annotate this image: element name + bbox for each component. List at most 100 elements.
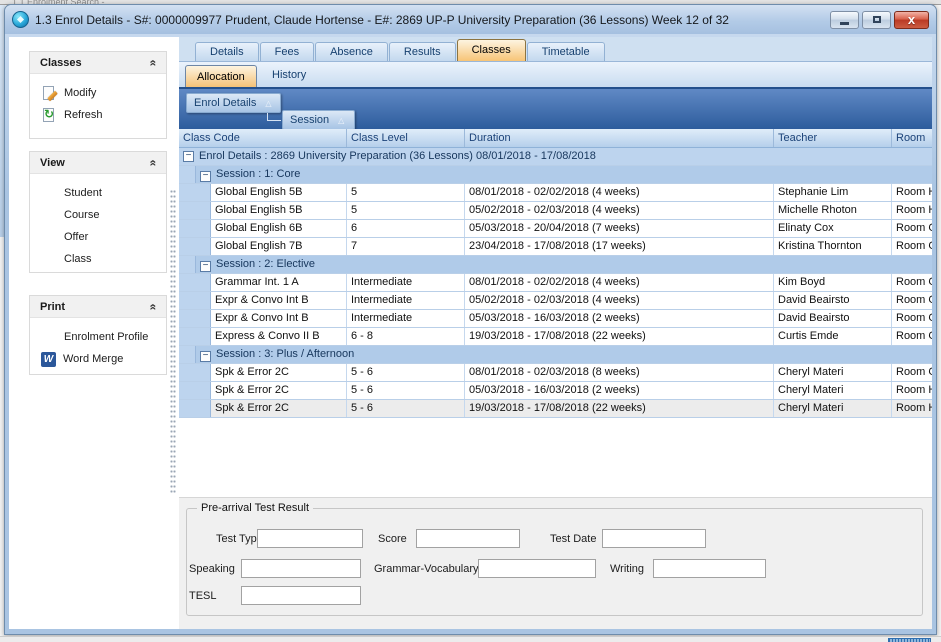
close-button[interactable]: x xyxy=(894,11,929,29)
score-label: Score xyxy=(378,533,407,545)
session-header-row[interactable]: −Session : 2: Elective xyxy=(179,256,932,274)
sidebar-item-refresh[interactable]: ↻ Refresh xyxy=(30,104,166,126)
collapse-chevron-icon[interactable]: « xyxy=(147,59,161,66)
cell-teacher: Kim Boyd xyxy=(774,274,892,291)
class-row[interactable]: Global English 7B723/04/2018 - 17/08/201… xyxy=(179,238,932,256)
collapse-chevron-icon[interactable]: « xyxy=(147,159,161,166)
group-row-enrol-details[interactable]: −Enrol Details : 2869 University Prepara… xyxy=(179,148,932,166)
sidebar-item-student[interactable]: Student xyxy=(30,182,166,204)
sidebar-item-modify[interactable]: Modify xyxy=(30,82,166,104)
panel-items: Modify ↻ Refresh xyxy=(30,74,166,126)
class-row[interactable]: Global English 6B605/03/2018 - 20/04/201… xyxy=(179,220,932,238)
row-indent xyxy=(179,202,211,219)
class-row[interactable]: Expr & Convo Int BIntermediate05/02/2018… xyxy=(179,292,932,310)
edit-icon xyxy=(41,85,57,101)
row-indent xyxy=(179,364,211,381)
class-row[interactable]: Global English 5B505/02/2018 - 02/03/201… xyxy=(179,202,932,220)
group-button-session[interactable]: Session △ xyxy=(282,110,355,130)
column-header-duration[interactable]: Duration xyxy=(465,129,774,147)
test-type-input[interactable] xyxy=(257,529,363,548)
sort-ascending-icon: △ xyxy=(338,116,344,125)
cell-room: Room H - xyxy=(892,202,932,219)
collapse-icon[interactable]: − xyxy=(200,261,211,272)
tab-classes[interactable]: Classes xyxy=(457,39,526,61)
subtab-allocation[interactable]: Allocation xyxy=(185,65,257,88)
test-date-input[interactable] xyxy=(602,529,706,548)
row-indent xyxy=(179,274,211,291)
writing-input[interactable] xyxy=(653,559,766,578)
column-header-room[interactable]: Room xyxy=(892,129,932,147)
cell-class-code: Global English 6B xyxy=(211,220,347,237)
session-header-row[interactable]: −Session : 1: Core xyxy=(179,166,932,184)
collapse-icon[interactable]: − xyxy=(200,351,211,362)
sidebar-item-enrolment-profile[interactable]: Enrolment Profile xyxy=(30,326,166,348)
collapse-icon[interactable]: − xyxy=(200,171,211,182)
group-by-panel: Enrol Details △ Session △ xyxy=(179,87,932,129)
panel-header-classes[interactable]: Classes « xyxy=(30,52,166,74)
class-row[interactable]: Expr & Convo Int BIntermediate05/03/2018… xyxy=(179,310,932,328)
session-header-row[interactable]: −Session : 3: Plus / Afternoon xyxy=(179,346,932,364)
cell-class-code: Express & Convo II B xyxy=(211,328,347,345)
pre-arrival-panel: Pre-arrival Test Result Test Type Score … xyxy=(179,497,932,629)
sub-tabs: Allocation History xyxy=(179,61,932,87)
score-input[interactable] xyxy=(416,529,520,548)
cell-class-code: Global English 5B xyxy=(211,202,347,219)
tesl-input[interactable] xyxy=(241,586,361,605)
tab-fees[interactable]: Fees xyxy=(260,42,314,61)
tab-timetable[interactable]: Timetable xyxy=(527,42,605,61)
speaking-input[interactable] xyxy=(241,559,361,578)
class-row[interactable]: Grammar Int. 1 AIntermediate08/01/2018 -… xyxy=(179,274,932,292)
group-button-enrol-details[interactable]: Enrol Details △ xyxy=(186,93,281,113)
window-title: 1.3 Enrol Details - S#: 0000009977 Prude… xyxy=(35,13,824,27)
cell-class-code: Expr & Convo Int B xyxy=(211,292,347,309)
cell-room: Room G - xyxy=(892,238,932,255)
sidebar-item-offer[interactable]: Offer xyxy=(30,226,166,248)
cell-duration: 05/02/2018 - 02/03/2018 (4 weeks) xyxy=(465,202,774,219)
restore-button[interactable] xyxy=(862,11,891,29)
cell-teacher: Cheryl Materi xyxy=(774,382,892,399)
tab-results[interactable]: Results xyxy=(389,42,456,61)
sidebar-panel-print: Print « Enrolment Profile W Word Merge xyxy=(29,295,167,375)
sidebar-item-label: Enrolment Profile xyxy=(64,331,148,343)
sidebar-item-class[interactable]: Class xyxy=(30,248,166,270)
cell-class-level: 5 xyxy=(347,202,465,219)
cell-room: Room G - xyxy=(892,220,932,237)
subtab-history[interactable]: History xyxy=(272,69,306,81)
cell-class-code: Grammar Int. 1 A xyxy=(211,274,347,291)
title-bar[interactable]: 1.3 Enrol Details - S#: 0000009977 Prude… xyxy=(5,5,936,34)
session-header-body: −Session : 2: Elective xyxy=(195,256,932,273)
panel-header-print[interactable]: Print « xyxy=(30,296,166,318)
tab-details[interactable]: Details xyxy=(195,42,259,61)
column-header-class-level[interactable]: Class Level xyxy=(347,129,465,147)
cell-class-level: 5 - 6 xyxy=(347,400,465,417)
window-client-area: Classes « Modify ↻ Refresh View xyxy=(9,37,932,629)
sidebar-item-course[interactable]: Course xyxy=(30,204,166,226)
class-row[interactable]: Express & Convo II B6 - 819/03/2018 - 17… xyxy=(179,328,932,346)
row-indent xyxy=(179,310,211,327)
sidebar-splitter[interactable] xyxy=(170,189,176,495)
minimize-button[interactable] xyxy=(830,11,859,29)
class-row[interactable]: Spk & Error 2C5 - 605/03/2018 - 16/03/20… xyxy=(179,382,932,400)
sidebar-item-word-merge[interactable]: W Word Merge xyxy=(30,348,166,370)
collapse-chevron-icon[interactable]: « xyxy=(147,303,161,310)
cell-duration: 05/03/2018 - 20/04/2018 (7 weeks) xyxy=(465,220,774,237)
restore-icon xyxy=(873,16,881,23)
cell-room: Room H - xyxy=(892,184,932,201)
column-header-class-code[interactable]: Class Code xyxy=(179,129,347,147)
main-tabs: Details Fees Absence Results Classes Tim… xyxy=(179,39,932,61)
cell-class-level: Intermediate xyxy=(347,310,465,327)
class-row[interactable]: Spk & Error 2C5 - 619/03/2018 - 17/08/20… xyxy=(179,400,932,418)
collapse-icon[interactable]: − xyxy=(183,151,194,162)
cell-teacher: David Beairsto xyxy=(774,310,892,327)
column-header-teacher[interactable]: Teacher xyxy=(774,129,892,147)
cell-teacher: Kristina Thornton xyxy=(774,238,892,255)
cell-duration: 23/04/2018 - 17/08/2018 (17 weeks) xyxy=(465,238,774,255)
class-row[interactable]: Spk & Error 2C5 - 608/01/2018 - 02/03/20… xyxy=(179,364,932,382)
tab-absence[interactable]: Absence xyxy=(315,42,388,61)
class-row[interactable]: Global English 5B508/01/2018 - 02/02/201… xyxy=(179,184,932,202)
grammar-vocabulary-input[interactable] xyxy=(478,559,596,578)
class-table-rows: −Enrol Details : 2869 University Prepara… xyxy=(179,148,932,497)
panel-header-view[interactable]: View « xyxy=(30,152,166,174)
row-indent xyxy=(179,238,211,255)
main-content: Details Fees Absence Results Classes Tim… xyxy=(179,37,932,629)
